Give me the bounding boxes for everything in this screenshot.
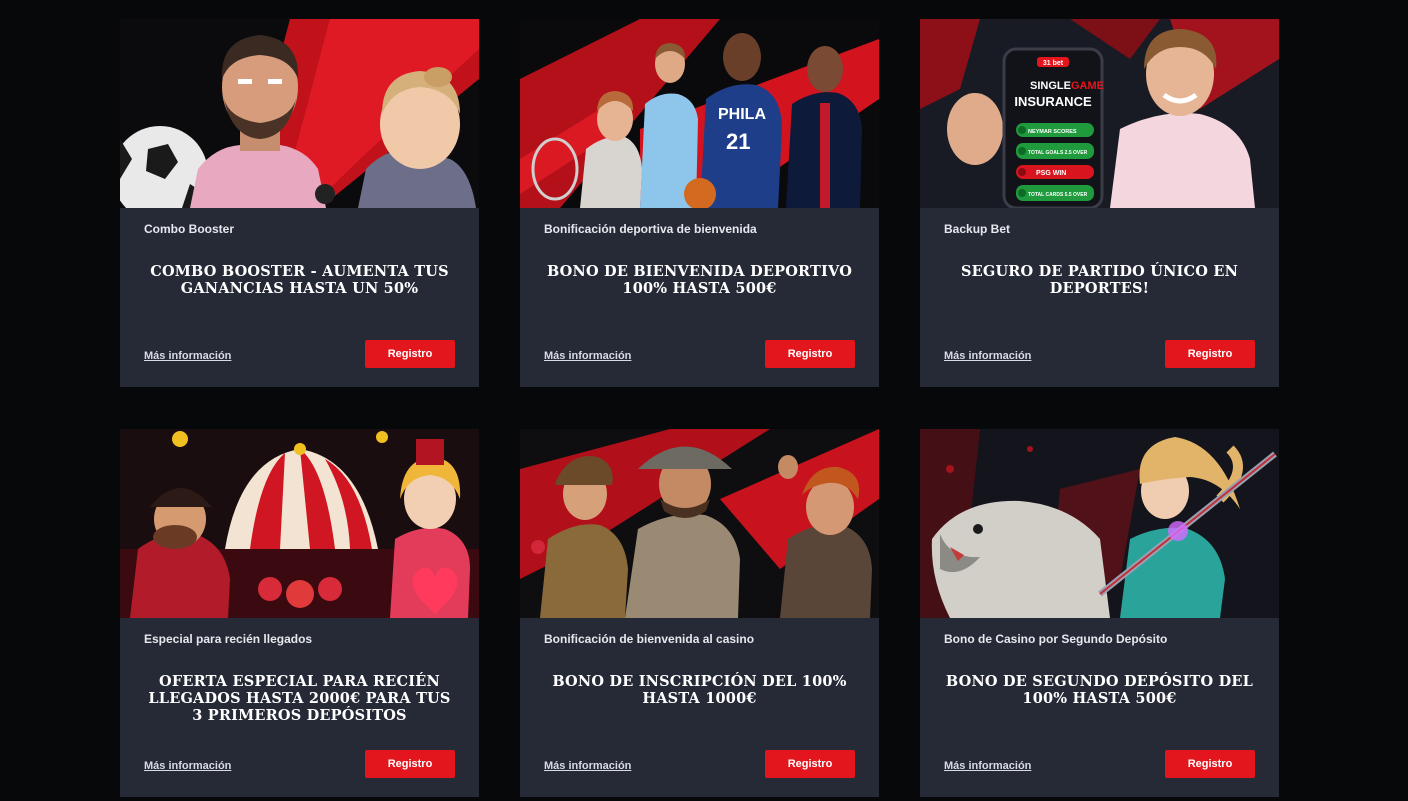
phone-headline-game: GAME [1071, 80, 1104, 92]
promo-card-casino-welcome: Bonificación de bienvenida al casino BON… [520, 429, 879, 797]
promo-title: BONO DE SEGUNDO DEPÓSITO DEL 100% HASTA … [945, 673, 1254, 707]
promo-image-phone: 31 bet SINGLE GAME INSURANCE NEYMAR SCOR… [920, 19, 1279, 208]
promo-category: Backup Bet [944, 222, 1011, 236]
promo-card-second-deposit: Bono de Casino por Segundo Depósito BONO… [920, 429, 1279, 797]
register-button[interactable]: Registro [365, 750, 455, 778]
phone-headline-insurance: INSURANCE [1014, 94, 1092, 109]
promo-category: Bonificación deportiva de bienvenida [544, 222, 757, 236]
register-button[interactable]: Registro [765, 750, 855, 778]
phone-row: NEYMAR SCORES [1028, 129, 1077, 135]
more-info-link[interactable]: Más información [544, 350, 631, 362]
jersey-number: 21 [726, 129, 750, 154]
register-button[interactable]: Registro [1165, 340, 1255, 368]
sport-athletes-banner: PHILA 21 [520, 19, 879, 208]
phone-headline-single: SINGLE [1030, 80, 1071, 92]
more-info-link[interactable]: Más información [944, 350, 1031, 362]
promo-image-adventurers [520, 429, 879, 618]
promo-title: BONO DE INSCRIPCIÓN DEL 100% HASTA 1000€ [552, 673, 847, 707]
promo-category: Bonificación de bienvenida al casino [544, 632, 755, 646]
jersey-text: PHILA [718, 106, 766, 123]
phone-insurance-banner: 31 bet SINGLE GAME INSURANCE NEYMAR SCOR… [920, 19, 1279, 208]
promo-image-archer [920, 429, 1279, 618]
promotions-grid: Combo Booster COMBO BOOSTER - AUMENTA TU… [120, 19, 1279, 797]
promo-card-newcomer-special: Especial para recién llegados OFERTA ESP… [120, 429, 479, 797]
promo-image-athletes: PHILA 21 [520, 19, 879, 208]
promo-card-sports-welcome: PHILA 21 Bonificación deportiva de bienv… [520, 19, 879, 387]
more-info-link[interactable]: Más información [144, 350, 231, 362]
register-button[interactable]: Registro [365, 340, 455, 368]
promo-image-circus [120, 429, 479, 618]
promo-card-backup-bet: 31 bet SINGLE GAME INSURANCE NEYMAR SCOR… [920, 19, 1279, 387]
phone-row: TOTAL GOALS 2.5 OVER [1028, 150, 1088, 156]
more-info-link[interactable]: Más información [544, 760, 631, 772]
more-info-link[interactable]: Más información [944, 760, 1031, 772]
promo-title: BONO DE BIENVENIDA DEPORTIVO 100% HASTA … [546, 263, 853, 297]
phone-row: TOTAL CARDS 5.5 OVER [1028, 192, 1088, 198]
register-button[interactable]: Registro [765, 340, 855, 368]
register-button[interactable]: Registro [1165, 750, 1255, 778]
circus-casino-banner [120, 429, 479, 618]
phone-row: PSG WIN [1036, 170, 1066, 177]
promo-category: Combo Booster [144, 222, 234, 236]
promo-title: COMBO BOOSTER - AUMENTA TUS GANANCIAS HA… [150, 263, 449, 297]
promo-category: Especial para recién llegados [144, 632, 313, 646]
promo-title: SEGURO DE PARTIDO ÚNICO EN DEPORTES! [960, 263, 1239, 297]
promo-image-football [120, 19, 479, 208]
more-info-link[interactable]: Más información [144, 760, 231, 772]
football-stars-illustration [120, 19, 479, 208]
adventurers-casino-banner [520, 429, 879, 618]
promo-card-combo-booster: Combo Booster COMBO BOOSTER - AUMENTA TU… [120, 19, 479, 387]
promo-category: Bono de Casino por Segundo Depósito [944, 632, 1168, 646]
archer-tiger-banner [920, 429, 1279, 618]
phone-brand: 31 bet [1043, 60, 1064, 67]
promo-title: OFERTA ESPECIAL PARA RECIÉN LLEGADOS HAS… [148, 673, 451, 724]
